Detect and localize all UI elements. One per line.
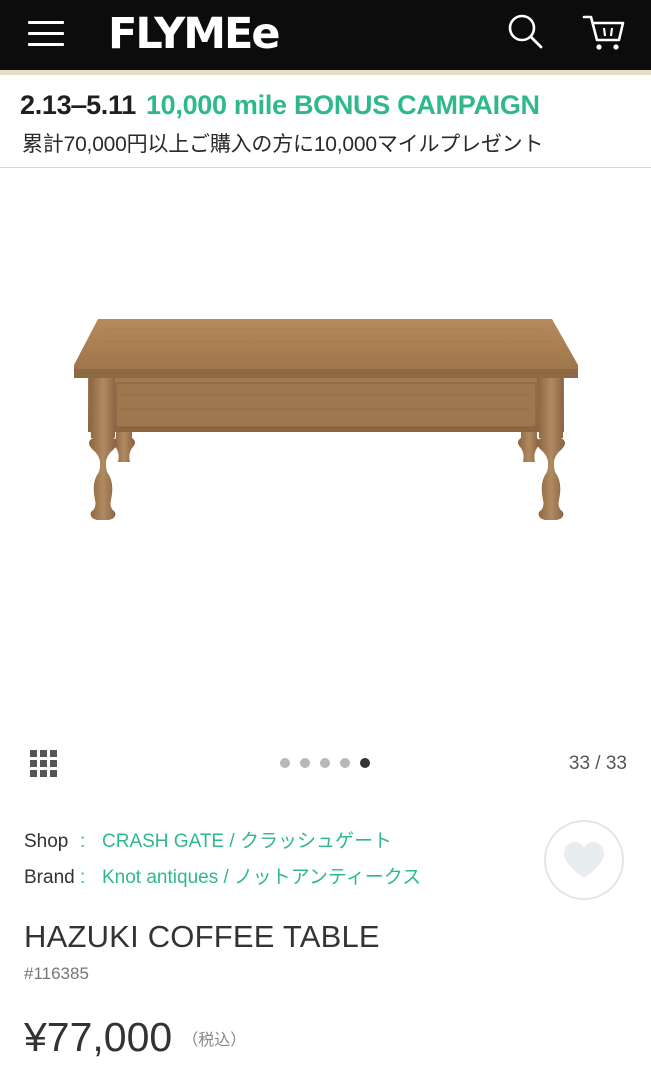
campaign-dates: 2.13‒5.11 (20, 90, 136, 120)
brand-link[interactable]: Knot antiques / ノットアンティークス (102, 867, 421, 888)
campaign-banner[interactable]: 2.13‒5.11 10,000 mile BONUS CAMPAIGN 累計70… (0, 75, 651, 168)
site-logo[interactable]: FLYMEe (108, 10, 281, 58)
shop-row: Shop: CRASH GATE / クラッシュゲート (24, 830, 392, 854)
product-sku: #116385 (24, 964, 89, 983)
product-title: HAZUKI COFFEE TABLE (24, 919, 380, 954)
search-icon[interactable] (506, 12, 546, 52)
price-value: ¥77,000 (24, 1014, 173, 1060)
campaign-description: 累計70,000円以上ご購入の方に10,000マイルプレゼント (22, 133, 544, 156)
top-header: FLYMEe (0, 0, 651, 70)
hamburger-menu-icon[interactable] (28, 18, 66, 48)
tax-note: （税込） (182, 1032, 247, 1049)
shop-link[interactable]: CRASH GATE / クラッシュゲート (102, 831, 392, 852)
campaign-headline: 2.13‒5.11 10,000 mile BONUS CAMPAIGN (20, 88, 540, 122)
shop-colon: : (80, 831, 86, 852)
brand-colon: : (80, 867, 86, 888)
favorite-button[interactable] (544, 820, 624, 900)
carousel-dot[interactable] (340, 758, 350, 768)
product-price: ¥77,000 （税込） (24, 1012, 246, 1066)
campaign-title: 10,000 mile BONUS CAMPAIGN (145, 90, 540, 120)
cart-icon[interactable] (582, 12, 626, 54)
carousel-dot[interactable] (360, 758, 370, 768)
grid-icon[interactable] (30, 750, 58, 778)
carousel-dot[interactable] (300, 758, 310, 768)
image-counter: 33 / 33 (568, 753, 627, 774)
carousel-dot[interactable] (280, 758, 290, 768)
brand-label: Brand (24, 867, 75, 888)
heart-icon (563, 841, 605, 878)
brand-row: Brand: Knot antiques / ノットアンティークス (24, 866, 421, 890)
carousel-dot[interactable] (320, 758, 330, 768)
product-image[interactable] (0, 169, 651, 729)
shop-label: Shop (24, 831, 69, 852)
carousel-dots (280, 758, 370, 768)
